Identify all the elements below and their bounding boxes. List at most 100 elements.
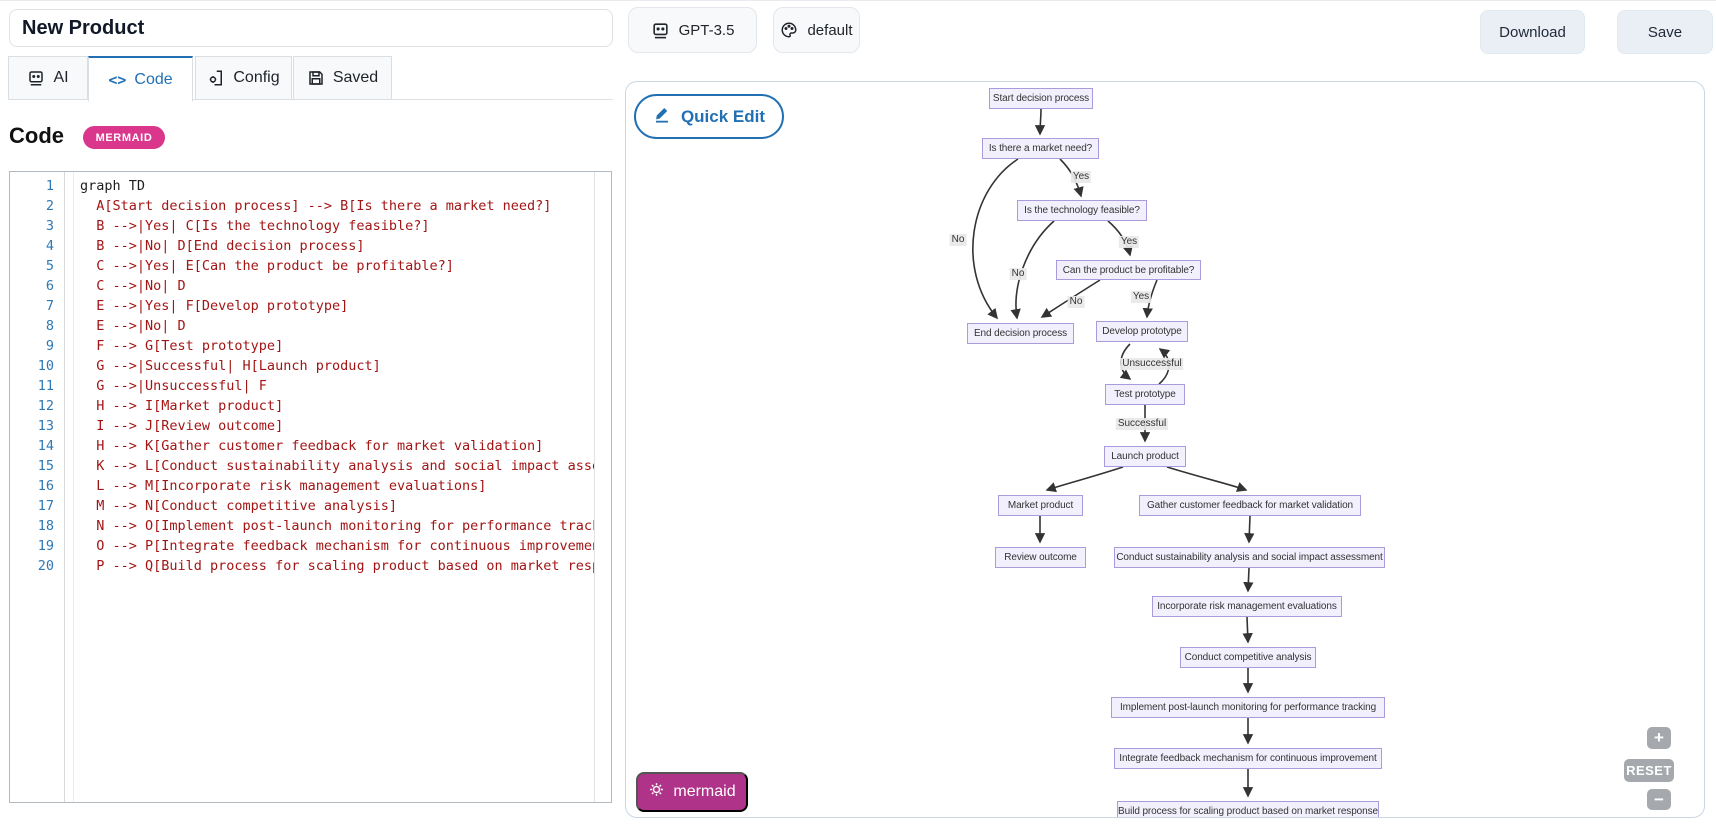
code-line: 7 E -->|Yes| F[Develop prototype] [10,296,596,316]
tab-code[interactable]: <> Code [88,56,193,102]
gear-icon [648,781,665,803]
flow-node-scaling[interactable]: Build process for scaling product based … [1117,801,1379,817]
flow-node-develop[interactable]: Develop prototype [1096,321,1188,342]
code-text: M --> N[Conduct competitive analysis] [80,498,397,514]
line-number: 13 [37,418,54,434]
code-line: 5 C -->|Yes| E[Can the product be profit… [10,256,596,276]
code-line: 18 N --> O[Implement post-launch monitor… [10,516,596,536]
flow-node-market[interactable]: Market product [998,495,1083,516]
robot-icon [651,21,670,40]
save-button[interactable]: Save [1617,10,1713,54]
code-editor[interactable]: 1 graph TD 2 A[Start decision process] -->… [9,171,612,803]
edge-label-unsuccessful: Unsuccessful [1120,358,1184,370]
code-line: 14 H --> K[Gather customer feedback for … [10,436,596,456]
app-root: { "header": { "title_value": "New Produc… [0,0,1716,826]
line-number: 6 [45,278,54,294]
model-label: GPT-3.5 [678,21,735,39]
flow-node-improvement[interactable]: Integrate feedback mechanism for continu… [1114,748,1382,769]
line-number: 17 [37,498,54,514]
line-number: 4 [45,238,54,254]
edge-label-successful: Successful [1115,418,1169,430]
code-line: 15 K --> L[Conduct sustainability analys… [10,456,596,476]
line-number: 16 [37,478,54,494]
save-icon [307,69,325,87]
download-button[interactable]: Download [1480,10,1585,54]
code-line: 10 G -->|Successful| H[Launch product] [10,356,596,376]
code-line: 13 I --> J[Review outcome] [10,416,596,436]
language-badge: MERMAID [83,126,165,149]
code-line: 3 B -->|Yes| C[Is the technology feasibl… [10,216,596,236]
code-text: F --> G[Test prototype] [80,338,284,354]
pencil-icon [653,105,671,128]
robot-icon [27,69,45,87]
code-line: 11 G -->|Unsuccessful| F [10,376,596,396]
code-text: I --> J[Review outcome] [80,418,284,434]
code-line: 19 O --> P[Integrate feedback mechanism … [10,536,596,556]
flow-node-tech-feasible[interactable]: Is the technology feasible? [1017,200,1147,221]
line-number: 5 [45,258,54,274]
code-text: B -->|No| D[End decision process] [80,238,365,254]
code-line: 20 P --> Q[Build process for scaling pro… [10,556,596,576]
line-number: 14 [37,438,54,454]
line-number: 10 [37,358,54,374]
line-number: 7 [45,298,54,314]
edge-label-yes: Yes [1130,291,1152,303]
edge-label-yes: Yes [1118,236,1140,248]
diagram-canvas[interactable]: Start decision process Is there a market… [625,81,1705,818]
flow-node-test[interactable]: Test prototype [1105,384,1185,405]
theme-select-button[interactable]: default [773,7,860,53]
flow-node-start[interactable]: Start decision process [989,88,1093,109]
code-line: 4 B -->|No| D[End decision process] [10,236,596,256]
code-line: 12 H --> I[Market product] [10,396,596,416]
code-text: E -->|No| D [80,318,186,334]
config-icon [207,69,225,87]
edge-label-yes: Yes [1070,171,1092,183]
code-text: K --> L[Conduct sustainability analysis … [96,458,596,474]
zoom-reset-button[interactable]: RESET [1624,759,1674,782]
flow-node-profitable[interactable]: Can the product be profitable? [1056,260,1201,280]
fold-gutter-separator [73,172,74,802]
line-number: 1 [45,178,54,194]
line-number: 19 [37,538,54,554]
flow-node-feedback[interactable]: Gather customer feedback for market vali… [1139,495,1361,516]
edge-label-no: No [1067,296,1085,308]
flow-node-review[interactable]: Review outcome [995,547,1086,568]
edge-label-no: No [1009,268,1027,280]
tab-saved[interactable]: Saved [293,56,392,100]
line-number: 15 [37,458,54,474]
flow-node-end[interactable]: End decision process [967,323,1074,344]
flow-node-competitive[interactable]: Conduct competitive analysis [1180,647,1316,668]
code-text: E -->|Yes| F[Develop prototype] [80,298,349,314]
code-text: graph TD [80,178,146,194]
flow-node-sustainability[interactable]: Conduct sustainability analysis and soci… [1114,547,1385,568]
flow-node-market-need[interactable]: Is there a market need? [982,138,1099,159]
model-select-button[interactable]: GPT-3.5 [628,7,757,53]
zoom-out-button[interactable]: − [1647,789,1671,810]
code-text: H --> K[Gather customer feedback for mar… [80,438,544,454]
editor-scrollbar[interactable] [594,172,611,802]
theme-label: default [807,21,853,39]
line-number: 12 [37,398,54,414]
tab-ai[interactable]: AI [8,56,88,100]
zoom-in-button[interactable]: + [1647,727,1671,749]
project-title-input[interactable] [9,9,613,47]
code-line: 8 E -->|No| D [10,316,596,336]
line-number: 18 [37,518,54,534]
editor-heading: Code [9,123,64,148]
edge-label-no: No [949,234,967,246]
flow-node-monitoring[interactable]: Implement post-launch monitoring for per… [1111,697,1385,718]
code-line: 6 C -->|No| D [10,276,596,296]
code-line: 16 L --> M[Incorporate risk management e… [10,476,596,496]
flow-node-launch[interactable]: Launch product [1104,446,1186,467]
line-number: 9 [45,338,54,354]
line-number: 11 [37,378,54,394]
code-text: A[Start decision process] --> B[Is there… [80,198,552,214]
palette-icon [780,21,798,39]
line-number: 20 [37,558,54,574]
quick-edit-button[interactable]: Quick Edit [634,94,784,139]
tab-config[interactable]: Config [195,56,292,100]
mermaid-engine-badge[interactable]: mermaid [636,772,748,812]
tab-bar: AI <> Code Config Saved [8,56,613,102]
flow-node-risk[interactable]: Incorporate risk management evaluations [1152,596,1342,617]
code-text: L --> M[Incorporate risk management eval… [80,478,487,494]
